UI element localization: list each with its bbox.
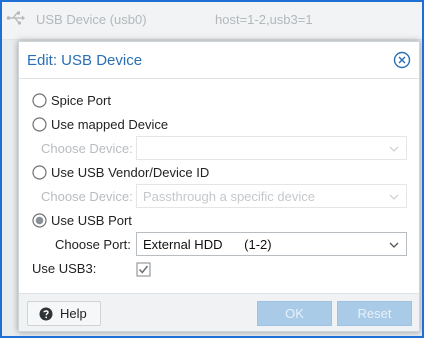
mapped-device-select[interactable] — [136, 136, 407, 160]
choose-port-value: External HDD (1-2) — [143, 237, 272, 252]
choose-port-label: Choose Port: — [55, 237, 131, 252]
help-label: Help — [60, 306, 87, 321]
vendor-choose-device-label: Choose Device: — [41, 189, 133, 204]
edit-usb-device-dialog: Edit: USB Device Spice Port Use mapped D… — [18, 41, 420, 332]
dialog-footer: Help OK Reset — [19, 293, 419, 331]
usb-port-radio[interactable] — [32, 213, 47, 228]
vendor-device-value: Passthrough a specific device — [143, 189, 315, 204]
usb-port-label[interactable]: Use USB Port — [51, 213, 132, 228]
device-value: host=1-2,usb3=1 — [215, 12, 313, 27]
chevron-down-icon — [389, 242, 399, 248]
dialog-header: Edit: USB Device — [19, 42, 419, 79]
dialog-title: Edit: USB Device — [27, 52, 143, 69]
use-usb3-label: Use USB3: — [32, 261, 97, 276]
vendor-device-select[interactable]: Passthrough a specific device — [136, 184, 407, 208]
usb-icon — [6, 11, 25, 25]
vendor-id-radio[interactable] — [32, 165, 47, 180]
question-circle-icon — [39, 307, 53, 321]
help-button[interactable]: Help — [27, 301, 101, 326]
mapped-device-radio[interactable] — [32, 117, 47, 132]
mapped-device-label[interactable]: Use mapped Device — [51, 117, 168, 132]
chevron-down-icon — [389, 146, 399, 152]
chevron-down-icon — [389, 194, 399, 200]
close-icon[interactable] — [393, 51, 411, 69]
device-name: USB Device (usb0) — [36, 12, 147, 27]
reset-button[interactable]: Reset — [337, 301, 412, 326]
choose-port-select[interactable]: External HDD (1-2) — [136, 232, 407, 256]
use-usb3-checkbox[interactable] — [136, 262, 151, 277]
ok-button[interactable]: OK — [257, 301, 332, 326]
spice-port-label[interactable]: Spice Port — [51, 93, 111, 108]
mapped-choose-device-label: Choose Device: — [41, 141, 133, 156]
background-grid-row: USB Device (usb0) host=1-2,usb3=1 — [0, 0, 424, 40]
vendor-id-label[interactable]: Use USB Vendor/Device ID — [51, 165, 209, 180]
spice-port-radio[interactable] — [32, 93, 47, 108]
